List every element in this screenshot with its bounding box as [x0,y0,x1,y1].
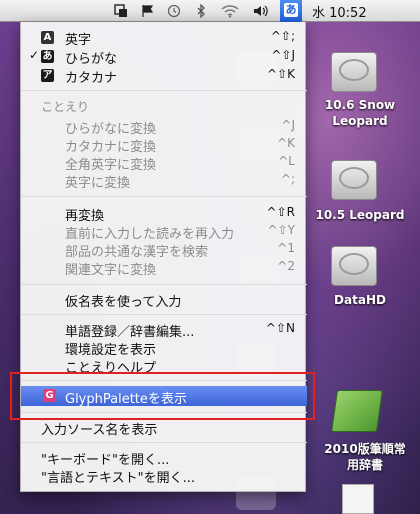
desktop-icon-leopard[interactable] [331,160,377,202]
alphabet-mode-icon: A [41,31,54,44]
document-icon[interactable] [342,484,374,514]
input-method-dropdown-menu: A 英字 ^⇧; ✓ あ ひらがな ^⇧J ア カタカナ ^⇧K ことえり ひら… [20,22,307,492]
menu-item-convert-zenkaku: 全角英字に変換 ^L [21,153,307,173]
menu-item-search-kanji-parts: 部品の共通な漢字を検索 ^1 [21,240,307,260]
menu-bar: あ 水 10:52 [0,0,420,22]
menu-item-shortcut: ^L [278,154,295,168]
menu-item-convert-eiji: 英字に変換 ^; [21,171,307,191]
window-icon[interactable] [113,3,129,19]
desktop-icon-dictionary[interactable] [331,390,383,432]
flag-icon[interactable] [140,3,156,19]
menu-item-shortcut: ^⇧; [270,29,295,43]
menu-item-shortcut: ^⇧N [265,321,295,335]
hard-drive-icon [331,160,377,200]
menu-item-kana-table[interactable]: 仮名表を使って入力 [21,290,307,310]
hiragana-mode-icon: あ [284,3,298,17]
annotation-highlight-box [10,372,315,420]
menu-separator [21,284,307,285]
desktop-icon-label: 10.5 Leopard [315,208,405,222]
menu-item-dictionary[interactable]: 単語登録／辞書編集... ^⇧N [21,320,307,340]
menu-item-shortcut: ^K [277,136,295,150]
desktop-icon-label: Leopard [332,114,388,128]
input-method-menu-icon[interactable]: あ [280,0,302,22]
desktop-icon-datahd[interactable] [331,246,377,288]
wifi-icon[interactable] [220,3,240,19]
menu-item-open-keyboard[interactable]: "キーボード"を開く... [21,448,307,468]
hard-drive-icon [331,246,377,286]
menu-separator [21,442,307,443]
volume-icon[interactable] [252,3,270,19]
menu-item-katakana[interactable]: ア カタカナ ^⇧K [21,66,307,86]
desktop-icon-label: 用辞書 [346,458,383,472]
hard-drive-icon [331,52,377,92]
menu-item-shortcut: ^⇧Y [267,223,295,237]
hiragana-mode-icon: あ [41,50,54,63]
desktop-icon-snow-leopard[interactable] [331,52,377,94]
menu-item-show-input-source[interactable]: 入力ソース名を表示 [21,418,307,438]
menu-item-shortcut: ^⇧J [271,48,295,62]
menu-item-convert-hiragana: ひらがなに変換 ^J [21,117,307,137]
menu-item-shortcut: ^⇧R [266,205,295,219]
menu-item-open-language-text[interactable]: "言語とテキスト"を開く... [21,466,307,486]
katakana-mode-icon: ア [41,69,54,82]
desktop-icon-label: DataHD [334,293,386,307]
menu-item-eiji[interactable]: A 英字 ^⇧; [21,28,307,48]
menu-item-label: 関連文字に変換 [65,263,157,278]
menu-item-label: ひらがな [65,52,118,67]
book-icon [331,390,383,432]
kotoeri-section-header: ことえり [41,100,90,114]
menu-item-convert-katakana: カタカナに変換 ^K [21,135,307,155]
menu-item-hiragana[interactable]: ✓ あ ひらがな ^⇧J [21,47,307,67]
menu-separator [21,90,307,91]
menu-clock[interactable]: 水 10:52 [312,2,367,21]
menu-item-shortcut: ^⇧K [267,67,295,81]
bluetooth-icon[interactable] [194,3,208,19]
menu-item-reconvert[interactable]: 再変換 ^⇧R [21,204,307,224]
menu-item-shortcut: ^; [280,172,295,186]
menu-item-label: 英字 [65,33,92,48]
desktop-icon-label: 2010版筆順常 [324,442,406,456]
menu-item-reenter-reading: 直前に入力した読みを再入力 ^⇧Y [21,222,307,242]
menu-item-preferences[interactable]: 環境設定を表示 [21,338,307,358]
menu-item-shortcut: ^1 [277,241,295,255]
menu-item-label: 入力ソース名を表示 [41,423,158,438]
menu-item-label: カタカナ [65,71,118,86]
menu-separator [21,196,307,197]
menu-item-related-chars: 関連文字に変換 ^2 [21,258,307,278]
menu-item-shortcut: ^2 [277,259,295,273]
menu-item-label: 仮名表を使って入力 [65,295,182,310]
menu-separator [21,314,307,315]
menu-item-label: 英字に変換 [65,176,131,191]
menu-item-label: "言語とテキスト"を開く... [41,471,195,486]
time-machine-icon[interactable] [166,3,182,19]
menu-item-shortcut: ^J [281,118,295,132]
desktop-icon-label: 10.6 Snow [324,98,396,112]
checkmark-icon: ✓ [29,48,40,62]
